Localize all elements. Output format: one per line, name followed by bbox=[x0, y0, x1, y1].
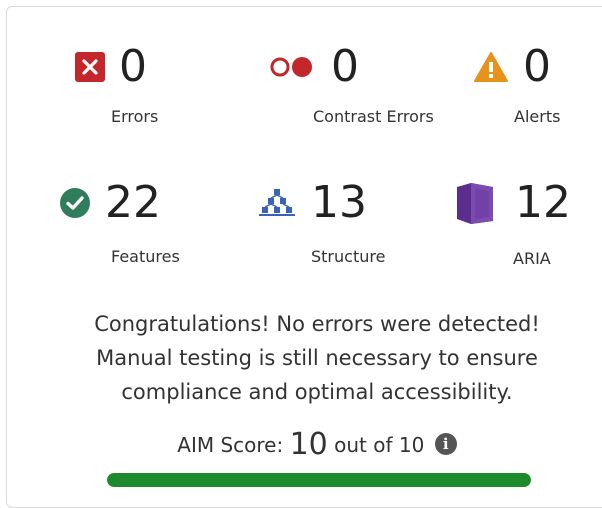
contrast-label: Contrast Errors bbox=[313, 107, 434, 126]
features-count: 22 bbox=[105, 177, 161, 228]
alerts-count: 0 bbox=[523, 41, 551, 92]
score-prefix: AIM Score: bbox=[177, 433, 284, 457]
message-line-2: Manual testing is still necessary to ens… bbox=[96, 346, 538, 370]
aria-count: 12 bbox=[515, 177, 571, 228]
aria-label: ARIA bbox=[513, 249, 551, 268]
message-line-1: Congratulations! No errors were detected… bbox=[94, 312, 540, 336]
features-label: Features bbox=[111, 247, 180, 266]
score-progress-fill bbox=[107, 473, 531, 487]
structure-tree-icon bbox=[259, 189, 295, 216]
contrast-count: 0 bbox=[331, 41, 359, 92]
aim-score: AIM Score: 10 out of 10 i bbox=[7, 427, 602, 462]
error-x-icon bbox=[75, 52, 105, 82]
alerts-label: Alerts bbox=[514, 107, 561, 126]
score-value: 10 bbox=[289, 427, 328, 462]
status-message: Congratulations! No errors were detected… bbox=[7, 307, 602, 409]
message-line-3: compliance and optimal accessibility. bbox=[121, 380, 513, 404]
structure-label: Structure bbox=[311, 247, 386, 266]
aria-cube-icon bbox=[457, 183, 493, 224]
summary-panel: 0 Errors 0 Contrast Errors 0 Alerts 22 F… bbox=[6, 6, 602, 508]
score-suffix: out of 10 bbox=[334, 433, 425, 457]
alert-triangle-icon bbox=[474, 52, 508, 82]
score-progress-bar bbox=[107, 473, 531, 487]
structure-count: 13 bbox=[311, 177, 367, 228]
check-circle-icon bbox=[60, 188, 90, 218]
errors-count: 0 bbox=[119, 41, 147, 92]
errors-label: Errors bbox=[111, 107, 159, 126]
contrast-icon bbox=[270, 57, 312, 77]
info-icon[interactable]: i bbox=[434, 433, 457, 455]
